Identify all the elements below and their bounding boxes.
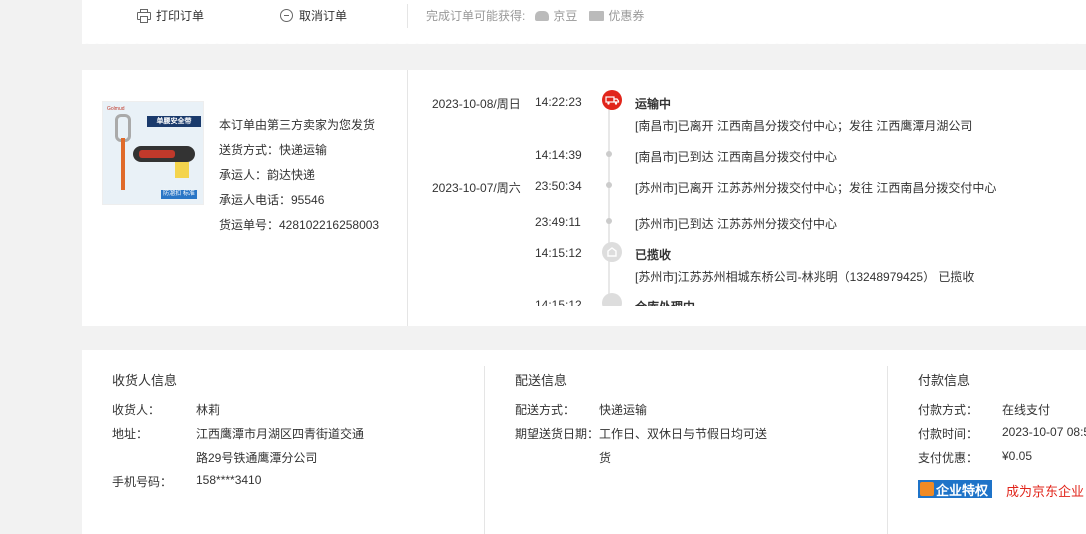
truck-status-icon <box>602 90 622 110</box>
product-logo: Golmud <box>107 106 125 112</box>
event-time: 23:50:34 <box>535 179 582 193</box>
receiver-phone-label: 手机号码： <box>112 475 173 489</box>
event-text: [苏州市]已到达 江苏苏州分拨交付中心 <box>635 217 838 231</box>
enterprise-icon <box>920 482 934 496</box>
timeline-dot <box>606 218 612 224</box>
event-text: [苏州市]江苏苏州相城东桥公司-林兆明（13248979425） 已揽收 <box>635 270 975 284</box>
timeline-dot <box>606 151 612 157</box>
event-time: 14:14:39 <box>535 148 582 162</box>
event-date: 2023-10-07/周六 <box>432 181 521 195</box>
warehouse-status-icon <box>602 293 622 306</box>
info-divider-1 <box>484 366 485 534</box>
timeline-dot <box>606 182 612 188</box>
reward-coupon: 优惠券 <box>608 9 645 23</box>
event-status: 仓库处理中 <box>635 298 695 306</box>
event-status: 已揽收 <box>635 248 672 262</box>
zigzag-divider <box>82 40 1086 48</box>
product-image-badge: 防溜扣 标准 <box>161 190 197 199</box>
delivery-method-label: 配送方式： <box>515 403 576 417</box>
tracking-timeline[interactable]: 2023-10-08/周日 14:22:23 运输中 [南昌市]已离开 江西南昌… <box>408 80 1086 306</box>
tool-bag-graphic <box>175 162 189 178</box>
payment-method: 在线支付 <box>1002 403 1051 417</box>
print-order-label: 打印订单 <box>156 8 205 23</box>
delivery-title: 配送信息 <box>515 373 568 388</box>
product-thumbnail[interactable]: Golmud 单腰安全带 防溜扣 标准 <box>102 101 204 205</box>
reward-jingdou: 京豆 <box>553 9 578 23</box>
become-enterprise-link[interactable]: 成为京东企业 <box>1006 481 1084 500</box>
payment-title: 付款信息 <box>918 373 971 388</box>
info-divider-2 <box>887 366 888 534</box>
event-status: 运输中 <box>635 97 672 111</box>
payment-method-label: 付款方式： <box>918 403 979 417</box>
coupon-icon <box>589 10 605 21</box>
payment-time: 2023-10-07 08:5 <box>1002 425 1086 439</box>
event-text: [南昌市]已到达 江西南昌分拨交付中心 <box>635 150 838 164</box>
enterprise-privilege-badge[interactable]: 企业特权 <box>918 480 993 498</box>
receiver-address-line2: 路29号铁通鹰潭分公司 <box>196 451 318 465</box>
delivery-date-line1: 工作日、双休日与节假日均可送 <box>599 427 768 441</box>
carrier: 承运人：韵达快递 <box>219 168 316 182</box>
pickup-status-icon <box>602 242 622 262</box>
receiver-address-line1: 江西鹰潭市月湖区四青街道交通 <box>196 427 365 441</box>
event-time: 14:15:12 <box>535 298 582 306</box>
receiver-name-label: 收货人： <box>112 403 161 417</box>
event-text: [苏州市]已离开 江苏苏州分拨交付中心；发往 江西南昌分拨交付中心 <box>635 181 997 195</box>
seller-note: 本订单由第三方卖家为您发货 <box>219 118 376 132</box>
receiver-name: 林莉 <box>196 403 221 417</box>
carrier-phone: 承运人电话：95546 <box>219 193 325 207</box>
event-time: 23:49:11 <box>535 215 581 229</box>
jingdou-icon <box>535 10 550 21</box>
rope-graphic <box>121 138 125 190</box>
printer-icon <box>136 9 151 23</box>
cancel-order-label: 取消订单 <box>299 8 348 23</box>
actions-divider <box>407 4 408 28</box>
event-time: 14:15:12 <box>535 246 582 260</box>
receiver-address-label: 地址： <box>112 427 149 441</box>
event-date: 2023-10-08/周日 <box>432 97 521 111</box>
cancel-order-button[interactable]: 取消订单 <box>280 6 347 24</box>
delivery-method-value: 快递运输 <box>599 403 648 417</box>
product-image-header: 单腰安全带 <box>147 116 201 127</box>
delivery-method: 送货方式：快递运输 <box>219 143 328 157</box>
event-time: 14:22:23 <box>535 95 582 109</box>
event-text: [南昌市]已离开 江西南昌分拨交付中心；发往 江西鹰潭月湖公司 <box>635 119 973 133</box>
receiver-title: 收货人信息 <box>112 373 178 388</box>
payment-discount: ¥0.05 <box>1002 449 1033 463</box>
reward-prefix: 完成订单可能获得: <box>426 9 526 23</box>
receiver-phone: 158****3410 <box>196 473 262 487</box>
reward-info: 完成订单可能获得: 京豆 优惠券 <box>426 7 644 24</box>
delivery-date-label: 期望送货日期： <box>515 427 600 441</box>
delivery-date-line2: 货 <box>599 451 612 465</box>
enterprise-badge-label: 企业特权 <box>936 482 989 498</box>
payment-discount-label: 支付优惠： <box>918 451 979 465</box>
belt-pad-graphic <box>139 150 175 158</box>
payment-time-label: 付款时间： <box>918 427 979 441</box>
tracking-number: 货运单号：428102216258003 <box>219 218 380 232</box>
minus-circle-icon <box>280 8 293 22</box>
timeline-line <box>608 110 610 306</box>
print-order-button[interactable]: 打印订单 <box>136 6 204 24</box>
